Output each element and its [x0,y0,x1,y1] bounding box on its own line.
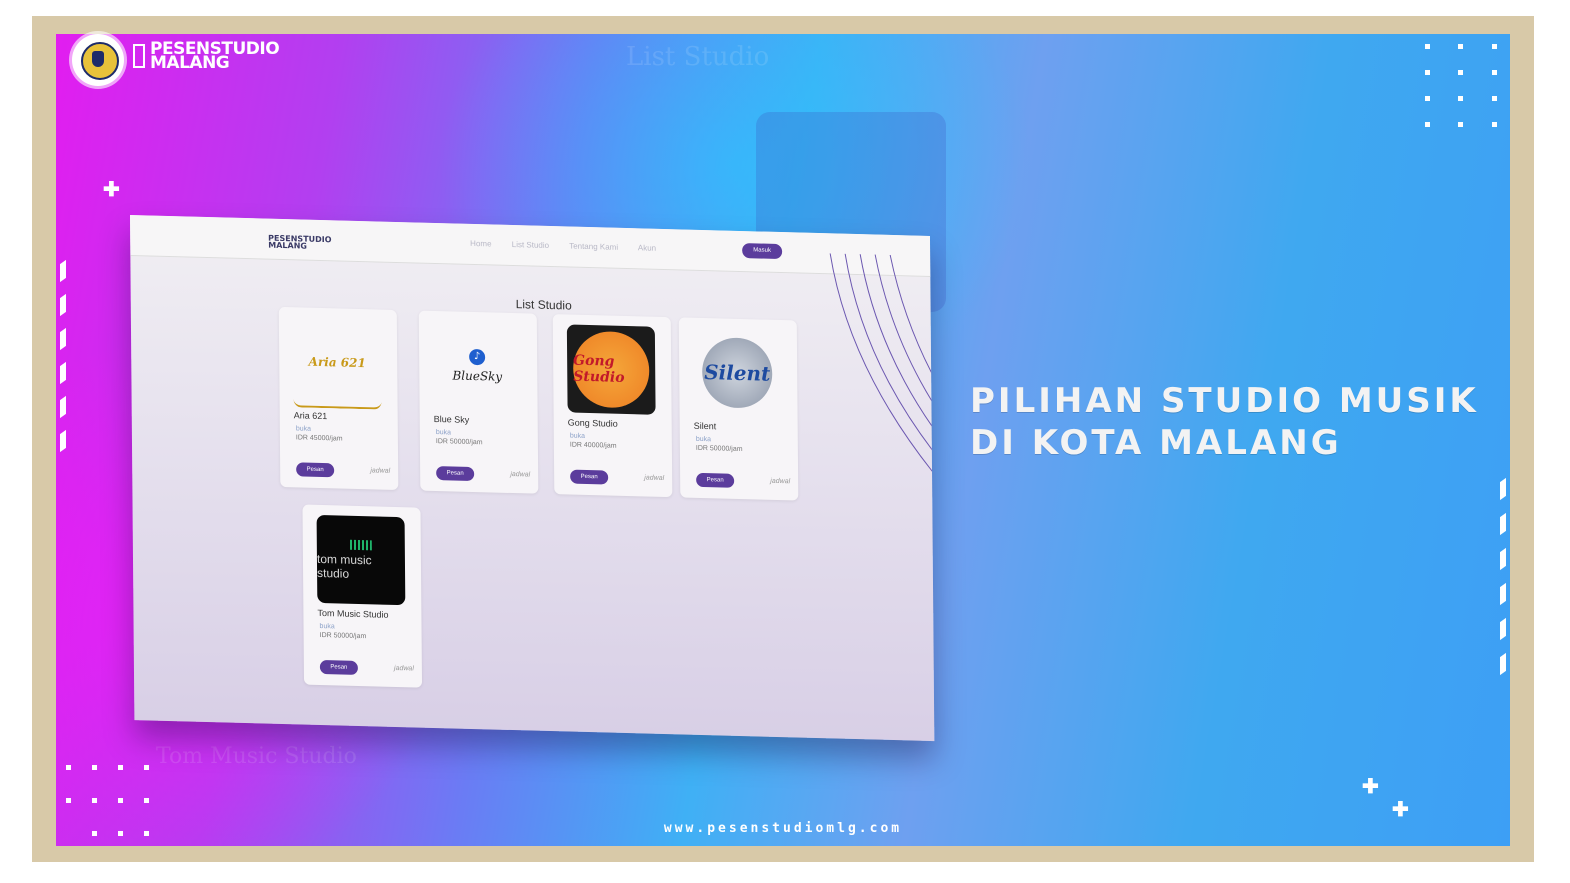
jadwal-link[interactable]: jadwal [510,471,530,479]
studio-status: buka [319,622,335,631]
website-url: www.pesenstudiomlg.com [0,821,1570,836]
website-url-text: www.pesenstudiomlg.com [663,821,903,836]
studio-name: Silent [693,420,717,432]
studio-thumbnail[interactable]: Silent [693,328,782,418]
brand-name: PESENSTUDIO MALANG [150,41,280,72]
pesan-button[interactable]: Pesan [696,472,735,488]
sparkle-icon: ✚ [103,179,120,201]
logo-seal-icon [72,34,124,86]
nav-link-list-studio[interactable]: List Studio [512,240,549,250]
login-button[interactable]: Masuk [742,243,783,260]
jadwal-link[interactable]: jadwal [394,665,414,673]
jadwal-link[interactable]: jadwal [370,467,390,475]
studio-thumbnail[interactable]: tom music studio [316,514,406,606]
pesan-button[interactable]: Pesan [319,659,358,675]
list-studio-title: List Studio [515,297,572,313]
studio-card: tom music studio Tom Music Studio buka I… [302,504,423,688]
music-note-icon: ♪ [469,348,486,366]
jadwal-link[interactable]: jadwal [644,474,664,482]
jadwal-link[interactable]: jadwal [770,478,790,486]
thumb-text: tom music studio [316,551,372,581]
studio-card: Aria 621 Aria 621 buka IDR 45000/jam Pes… [278,306,399,491]
studio-price: IDR 50000/jam [319,631,367,641]
nav-links: Home List Studio Tentang Kami Akun [470,239,674,253]
thumb-text: Silent [701,336,773,409]
studio-card: ♪ BlueSky Blue Sky buka IDR 50000/jam Pe… [418,310,539,494]
sparkle-icon: ✚ [1362,776,1379,798]
studio-status: buka [569,432,586,440]
studio-name: Tom Music Studio [317,607,389,620]
headline-line-1: PILIHAN STUDIO MUSIK [970,381,1479,421]
studio-name: Blue Sky [433,413,470,425]
brand-mark-icon [133,44,145,68]
studio-name: Aria 621 [293,410,328,422]
pesan-button[interactable]: Pesan [570,469,609,485]
studio-card: Gong Studio Gong Studio buka IDR 40000/j… [552,314,673,498]
studio-thumbnail[interactable]: ♪ BlueSky [433,321,522,411]
studio-status: buka [295,425,312,433]
thumb-text: BlueSky [452,368,503,384]
headline: PILIHAN STUDIO MUSIK DI KOTA MALANG [970,380,1479,464]
studio-card: Silent Silent buka IDR 50000/jam Pesan j… [678,317,799,501]
decorative-curves [829,253,935,508]
website-screenshot: PESENSTUDIO MALANG Home List Studio Tent… [130,215,935,742]
nav-link-home[interactable]: Home [470,239,491,249]
ghost-title: List Studio [626,42,770,72]
nav-link-about[interactable]: Tentang Kami [569,242,618,252]
screenshot-page: PESENSTUDIO MALANG Home List Studio Tent… [130,215,935,742]
studio-price: IDR 40000/jam [569,441,617,450]
studio-price: IDR 45000/jam [295,434,343,443]
equalizer-icon [349,539,372,550]
studio-thumbnail[interactable]: Gong Studio [566,324,656,415]
ghost-card-label: Tom Music Studio [156,744,357,769]
studio-status: buka [695,435,712,444]
studio-status: buka [435,429,452,437]
studio-name: Gong Studio [567,417,618,429]
headline-line-2: DI KOTA MALANG [970,423,1342,463]
thumb-text: Gong Studio [572,330,650,409]
studio-thumbnail[interactable]: Aria 621 [292,317,382,410]
sparkle-icon: ✚ [1392,799,1409,821]
studio-price: IDR 50000/jam [435,438,483,447]
nav-logo[interactable]: PESENSTUDIO MALANG [268,234,332,251]
pesan-button[interactable]: Pesan [436,466,475,482]
nav-link-account[interactable]: Akun [638,243,656,252]
studio-price: IDR 50000/jam [695,444,743,454]
pesan-button[interactable]: Pesan [296,462,335,478]
